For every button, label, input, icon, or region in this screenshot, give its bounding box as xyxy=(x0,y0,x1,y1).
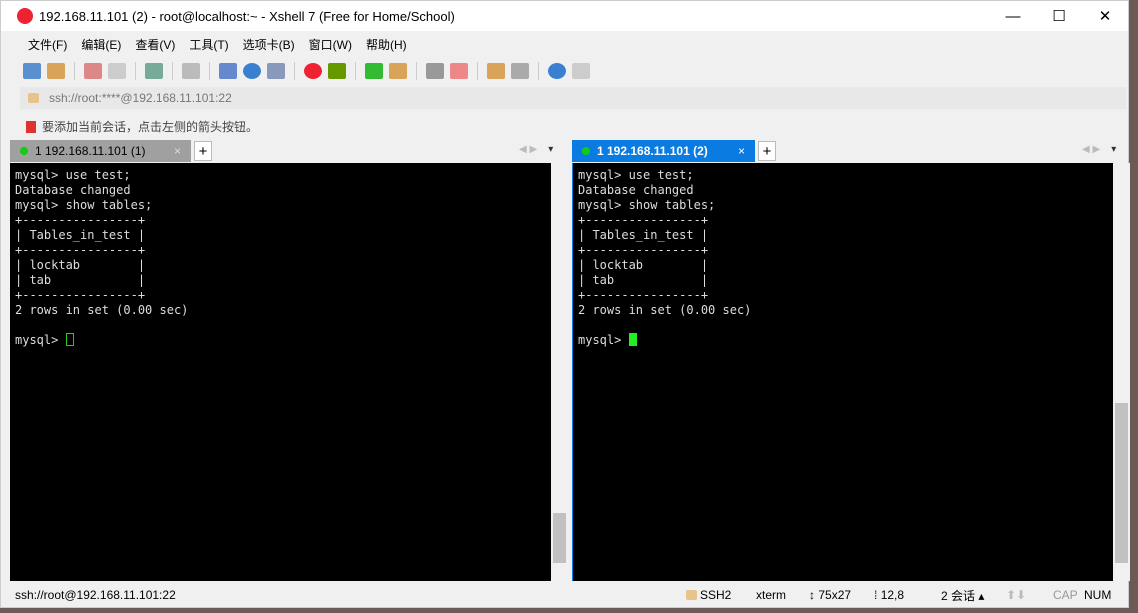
tab-session-2[interactable]: 1 192.168.11.101 (2) × xyxy=(572,140,755,162)
globe-icon[interactable] xyxy=(243,63,261,79)
connected-icon xyxy=(20,147,28,155)
status-protocol: SSH2 xyxy=(700,588,732,602)
title-bar: 192.168.11.101 (2) - root@localhost:~ - … xyxy=(1,1,1128,31)
layout-icon[interactable] xyxy=(511,63,529,79)
status-connection: ssh://root@192.168.11.101:22 xyxy=(15,588,176,602)
bookmark-arrow-icon[interactable] xyxy=(26,120,36,133)
terminal-output: mysql> use test; Database changed mysql>… xyxy=(578,168,752,347)
hint-text: 要添加当前会话，点击左侧的箭头按钮。 xyxy=(42,120,259,134)
scrollbar[interactable] xyxy=(551,163,568,581)
connected-icon xyxy=(582,147,590,155)
cursor xyxy=(628,333,637,346)
sessions-label: 2 会话 xyxy=(941,588,976,603)
menu-window[interactable]: 窗口(W) xyxy=(309,36,352,53)
keyboard-icon[interactable] xyxy=(426,63,444,79)
tab-scroll-icon[interactable]: ◀ ▶ ▾ xyxy=(1082,144,1116,155)
status-size: 75x27 xyxy=(818,588,852,602)
lock-icon xyxy=(686,590,697,600)
xftp-icon[interactable] xyxy=(328,63,346,79)
tab-scroll-icon[interactable]: ◀ ▶ ▾ xyxy=(519,144,553,155)
menu-tabs[interactable]: 选项卡(B) xyxy=(243,36,295,53)
transfer-icon[interactable] xyxy=(219,63,237,79)
close-button[interactable]: ✕ xyxy=(1082,1,1128,31)
right-tab-bar: 1 192.168.11.101 (2) × + xyxy=(572,140,776,162)
status-num: NUM xyxy=(1084,588,1112,602)
address-bar[interactable]: ssh://root:****@192.168.11.101:22 xyxy=(20,87,1126,109)
menu-file[interactable]: 文件(F) xyxy=(28,36,67,53)
tab-label: 1 192.168.11.101 (1) xyxy=(35,144,146,158)
reconnect-icon[interactable] xyxy=(84,63,102,79)
xshell-window: 192.168.11.101 (2) - root@localhost:~ - … xyxy=(0,0,1130,608)
properties-icon[interactable] xyxy=(145,63,163,79)
toolbar xyxy=(1,57,1128,85)
xshell-icon[interactable] xyxy=(304,63,322,79)
maximize-button[interactable]: ☐ xyxy=(1036,1,1082,31)
tab-session-1[interactable]: 1 192.168.11.101 (1) × xyxy=(10,140,191,162)
session-hint: 要添加当前会话，点击左侧的箭头按钮。 xyxy=(26,118,258,135)
fullscreen-icon[interactable] xyxy=(365,63,383,79)
tab-label: 1 192.168.11.101 (2) xyxy=(597,144,708,158)
lock-icon[interactable] xyxy=(389,63,407,79)
help-icon[interactable] xyxy=(548,63,566,79)
terminal-right[interactable]: mysql> use test; Database changed mysql>… xyxy=(572,163,1130,581)
menu-tools[interactable]: 工具(T) xyxy=(189,36,228,53)
window-title: 192.168.11.101 (2) - root@localhost:~ - … xyxy=(39,8,455,24)
terminal-output: mysql> use test; Database changed mysql>… xyxy=(15,168,189,347)
open-folder-icon[interactable] xyxy=(47,63,65,79)
status-cursor-pos: 12,8 xyxy=(880,588,905,602)
scroll-arrows-icon[interactable]: ⬆⬇ xyxy=(1006,588,1026,602)
add-tab-button[interactable]: + xyxy=(758,141,776,161)
font-icon[interactable] xyxy=(267,63,285,79)
tab-close-icon[interactable]: × xyxy=(174,144,181,158)
menu-bar: 文件(F) 编辑(E) 查看(V) 工具(T) 选项卡(B) 窗口(W) 帮助(… xyxy=(1,31,1128,57)
menu-help[interactable]: 帮助(H) xyxy=(366,36,407,53)
left-tab-bar: 1 192.168.11.101 (1) × + xyxy=(10,140,212,162)
size-icon: ↕ xyxy=(809,588,815,602)
status-bar: ssh://root@192.168.11.101:22 SSH2 xterm … xyxy=(1,583,1130,607)
chat-icon[interactable] xyxy=(572,63,590,79)
cursor xyxy=(65,333,74,346)
lock-icon xyxy=(28,93,39,103)
new-tab-group-icon[interactable] xyxy=(487,63,505,79)
highlight-icon[interactable] xyxy=(450,63,468,79)
status-terminal-type: xterm xyxy=(756,588,786,602)
terminal-left[interactable]: mysql> use test; Database changed mysql>… xyxy=(10,163,568,581)
status-caps: CAP xyxy=(1053,588,1078,602)
tab-close-icon[interactable]: × xyxy=(738,144,745,158)
minimize-button[interactable]: — xyxy=(990,1,1036,31)
address-text: ssh://root:****@192.168.11.101:22 xyxy=(49,91,232,105)
menu-view[interactable]: 查看(V) xyxy=(135,36,175,53)
add-tab-button[interactable]: + xyxy=(194,141,212,161)
cursor-pos-icon: ⁞ xyxy=(874,588,878,602)
disconnect-icon[interactable] xyxy=(108,63,126,79)
xshell-logo-icon xyxy=(17,8,33,24)
menu-edit[interactable]: 编辑(E) xyxy=(81,36,121,53)
scrollbar[interactable] xyxy=(1113,163,1130,581)
sessions-button[interactable]: 2 会话 ▴ xyxy=(941,587,984,604)
new-session-icon[interactable] xyxy=(23,63,41,79)
find-icon[interactable] xyxy=(182,63,200,79)
